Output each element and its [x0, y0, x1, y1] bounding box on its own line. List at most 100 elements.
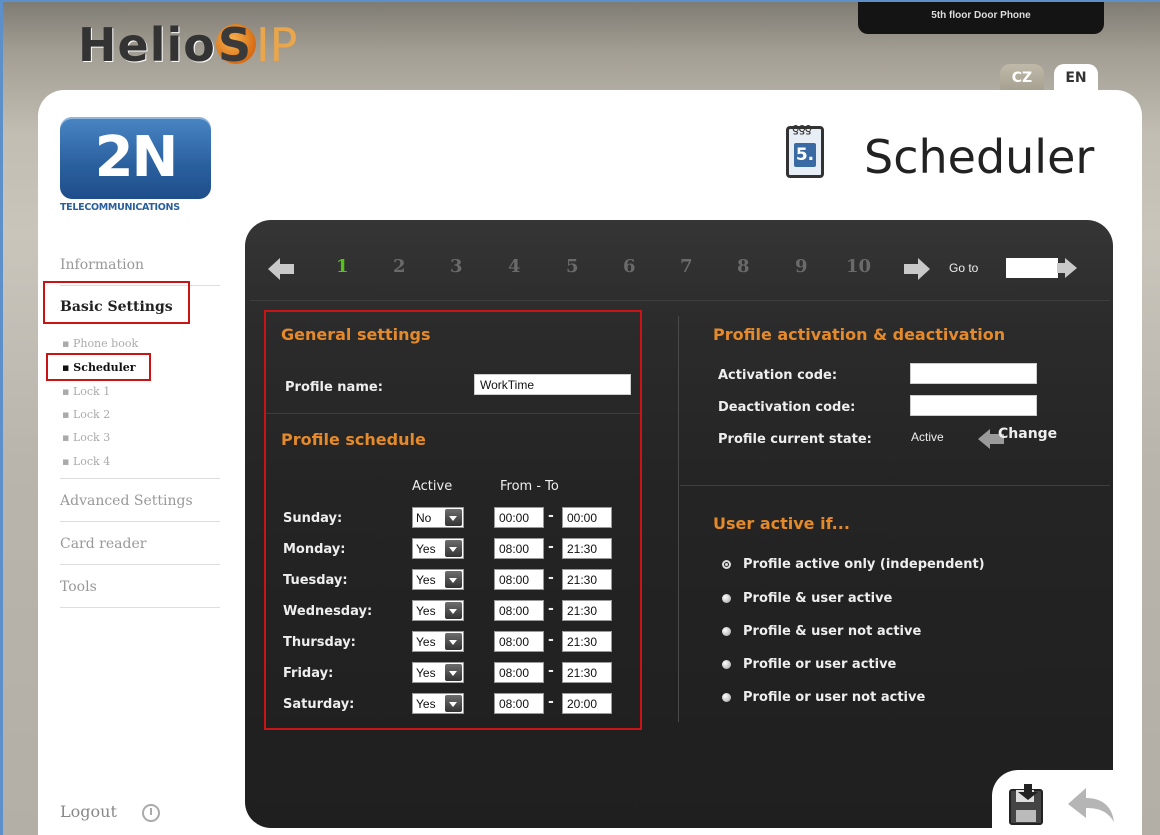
day-label-friday: Friday: [283, 666, 334, 681]
sidebar-subitem-lock-2[interactable]: ▪ Lock 2 [62, 408, 110, 421]
sidebar-item-tools[interactable]: Tools [60, 579, 220, 595]
section-divider [266, 413, 640, 414]
brand-ip: IP [256, 18, 298, 72]
to-time-sunday[interactable]: 00:00 [562, 507, 612, 528]
day-label-wednesday: Wednesday: [283, 604, 373, 619]
to-time-saturday[interactable]: 20:00 [562, 693, 612, 714]
lang-cz-tab[interactable]: CZ [1000, 64, 1044, 92]
section-divider [680, 485, 1110, 486]
from-time-thursday[interactable]: 08:00 [494, 631, 544, 652]
page-number-2[interactable]: 2 [393, 256, 406, 277]
page-number-1[interactable]: 1 [336, 256, 349, 277]
to-time-tuesday[interactable]: 21:30 [562, 569, 612, 590]
calendar-number: 5. [794, 143, 816, 167]
day-label-monday: Monday: [283, 542, 346, 557]
sidebar-divider [60, 521, 220, 522]
to-time-thursday[interactable]: 21:30 [562, 631, 612, 652]
sidebar-item-information[interactable]: Information [60, 257, 220, 273]
active-select-monday[interactable]: Yes [412, 538, 464, 559]
active-select-saturday[interactable]: Yes [412, 693, 464, 714]
general-settings-title: General settings [281, 325, 431, 344]
goto-arrow-icon[interactable] [1057, 258, 1077, 278]
sidebar-subitem-lock-4[interactable]: ▪ Lock 4 [62, 455, 110, 468]
chevron-down-icon [445, 695, 462, 712]
from-time-friday[interactable]: 08:00 [494, 662, 544, 683]
time-dash: - [548, 663, 554, 679]
page-number-6[interactable]: 6 [623, 256, 636, 277]
sidebar-item-card-reader[interactable]: Card reader [60, 536, 220, 552]
brand-name: Helio [78, 18, 216, 72]
active-select-wednesday[interactable]: Yes [412, 600, 464, 621]
time-dash: - [548, 601, 554, 617]
radio-profile-and-user-active[interactable] [722, 594, 731, 603]
sidebar-item-advanced-settings[interactable]: Advanced Settings [60, 493, 220, 509]
active-select-friday[interactable]: Yes [412, 662, 464, 683]
sidebar-subitem-lock-1[interactable]: ▪ Lock 1 [62, 385, 110, 398]
radio-profile-active-only[interactable] [722, 560, 731, 569]
time-dash: - [548, 694, 554, 710]
day-label-tuesday: Tuesday: [283, 573, 348, 588]
page-number-4[interactable]: 4 [508, 256, 521, 277]
from-time-tuesday[interactable]: 08:00 [494, 569, 544, 590]
deactivation-code-label: Deactivation code: [718, 400, 856, 415]
active-select-thursday[interactable]: Yes [412, 631, 464, 652]
radio-label-profile-and-user-not-active[interactable]: Profile & user not active [743, 624, 921, 639]
save-icon[interactable] [1008, 784, 1046, 826]
company-logo: 2N [60, 117, 211, 199]
goto-input[interactable] [1006, 258, 1058, 278]
activation-code-input[interactable] [910, 363, 1037, 384]
radio-label-profile-or-user-active[interactable]: Profile or user active [743, 657, 896, 672]
next-page-arrow-icon[interactable] [904, 258, 930, 280]
radio-label-profile-or-user-not-active[interactable]: Profile or user not active [743, 690, 925, 705]
active-select-sunday[interactable]: No [412, 507, 464, 528]
sidebar-subitem-phone-book[interactable]: ▪ Phone book [62, 337, 138, 350]
day-label-sunday: Sunday: [283, 511, 343, 526]
page-number-5[interactable]: 5 [566, 256, 579, 277]
active-select-tuesday[interactable]: Yes [412, 569, 464, 590]
radio-profile-or-user-not-active[interactable] [722, 693, 731, 702]
from-time-saturday[interactable]: 08:00 [494, 693, 544, 714]
to-time-friday[interactable]: 21:30 [562, 662, 612, 683]
radio-label-profile-active-only[interactable]: Profile active only (independent) [743, 557, 985, 572]
deactivation-code-input[interactable] [910, 395, 1037, 416]
page-number-3[interactable]: 3 [450, 256, 463, 277]
lang-en-tab[interactable]: EN [1054, 64, 1098, 92]
radio-profile-or-user-active[interactable] [722, 660, 731, 669]
device-name-tab: 5th floor Door Phone [858, 0, 1104, 34]
col-active-header: Active [412, 479, 453, 494]
company-logo-subtitle: TELECOMMUNICATIONS [60, 202, 180, 213]
logout-link[interactable]: Logout [60, 802, 117, 821]
chevron-down-icon [445, 540, 462, 557]
pager-divider [250, 300, 1110, 301]
profile-name-input[interactable] [474, 374, 631, 395]
from-time-wednesday[interactable]: 08:00 [494, 600, 544, 621]
profile-state-value: Active [911, 430, 944, 444]
chevron-down-icon [445, 664, 462, 681]
sidebar-subitem-lock-3[interactable]: ▪ Lock 3 [62, 431, 110, 444]
radio-profile-and-user-not-active[interactable] [722, 627, 731, 636]
chevron-down-icon [445, 571, 462, 588]
page-number-9[interactable]: 9 [795, 256, 808, 277]
back-arrow-icon[interactable] [1066, 786, 1116, 824]
sidebar-divider [60, 564, 220, 565]
to-time-wednesday[interactable]: 21:30 [562, 600, 612, 621]
power-icon[interactable] [142, 804, 160, 822]
from-time-sunday[interactable]: 00:00 [494, 507, 544, 528]
highlight-box-scheduler [46, 353, 151, 381]
chevron-down-icon [445, 509, 462, 526]
from-time-monday[interactable]: 08:00 [494, 538, 544, 559]
previous-page-arrow-icon[interactable] [268, 258, 294, 280]
sidebar-divider [60, 607, 220, 608]
page-number-7[interactable]: 7 [680, 256, 693, 277]
to-time-monday[interactable]: 21:30 [562, 538, 612, 559]
calendar-rings: ƍƍƍ [792, 121, 812, 135]
activation-title: Profile activation & deactivation [713, 325, 1006, 344]
time-dash: - [548, 508, 554, 524]
change-button[interactable]: Change [998, 426, 1057, 442]
page-number-10[interactable]: 10 [846, 256, 871, 277]
radio-label-profile-and-user-active[interactable]: Profile & user active [743, 591, 892, 606]
page-number-8[interactable]: 8 [737, 256, 750, 277]
time-dash: - [548, 570, 554, 586]
highlight-box-basic-settings [43, 281, 190, 324]
goto-label: Go to [949, 261, 979, 275]
